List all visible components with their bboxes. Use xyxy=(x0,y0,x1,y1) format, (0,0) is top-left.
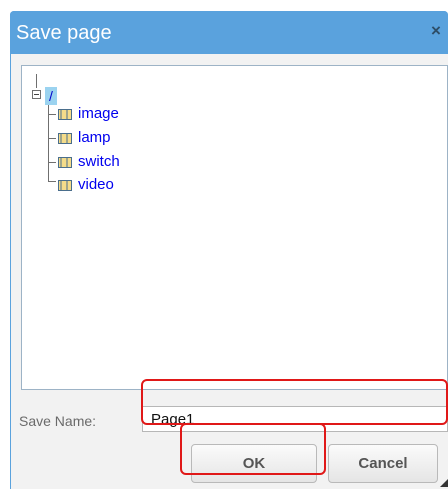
resize-grip-icon[interactable] xyxy=(440,479,448,487)
dialog-title: Save page xyxy=(16,22,112,44)
folder-icon xyxy=(58,156,72,168)
dialog-titlebar[interactable]: Save page × xyxy=(10,11,448,54)
tree-root[interactable]: / xyxy=(45,87,57,105)
tree-connector xyxy=(48,181,56,182)
save-name-label: Save Name: xyxy=(19,413,97,429)
tree-connector xyxy=(36,74,37,88)
tree-item-lamp[interactable]: lamp xyxy=(58,129,111,147)
save-name-input[interactable] xyxy=(142,406,448,432)
save-page-dialog: Save page × / image lamp switch video Sa… xyxy=(10,11,448,489)
collapse-toggle-icon[interactable] xyxy=(32,90,41,99)
tree-item-label: lamp xyxy=(78,129,111,146)
tree-item-label: image xyxy=(78,105,119,122)
ok-button[interactable]: OK xyxy=(191,444,317,483)
tree-item-label: video xyxy=(78,176,114,193)
folder-tree[interactable]: / image lamp switch video xyxy=(21,65,448,390)
folder-icon xyxy=(58,108,72,120)
tree-item-switch[interactable]: switch xyxy=(58,153,120,171)
tree-connector xyxy=(48,162,56,163)
tree-connector xyxy=(48,138,56,139)
dialog-body: / image lamp switch video Save Name: Pag… xyxy=(11,54,448,489)
tree-connector xyxy=(48,114,56,115)
tree-item-image[interactable]: image xyxy=(58,105,119,123)
folder-icon xyxy=(58,179,72,191)
close-icon[interactable]: × xyxy=(426,21,446,41)
tree-item-video[interactable]: video xyxy=(58,176,114,194)
cancel-button[interactable]: Cancel xyxy=(328,444,438,483)
tree-item-label: switch xyxy=(78,153,120,170)
folder-icon xyxy=(58,132,72,144)
